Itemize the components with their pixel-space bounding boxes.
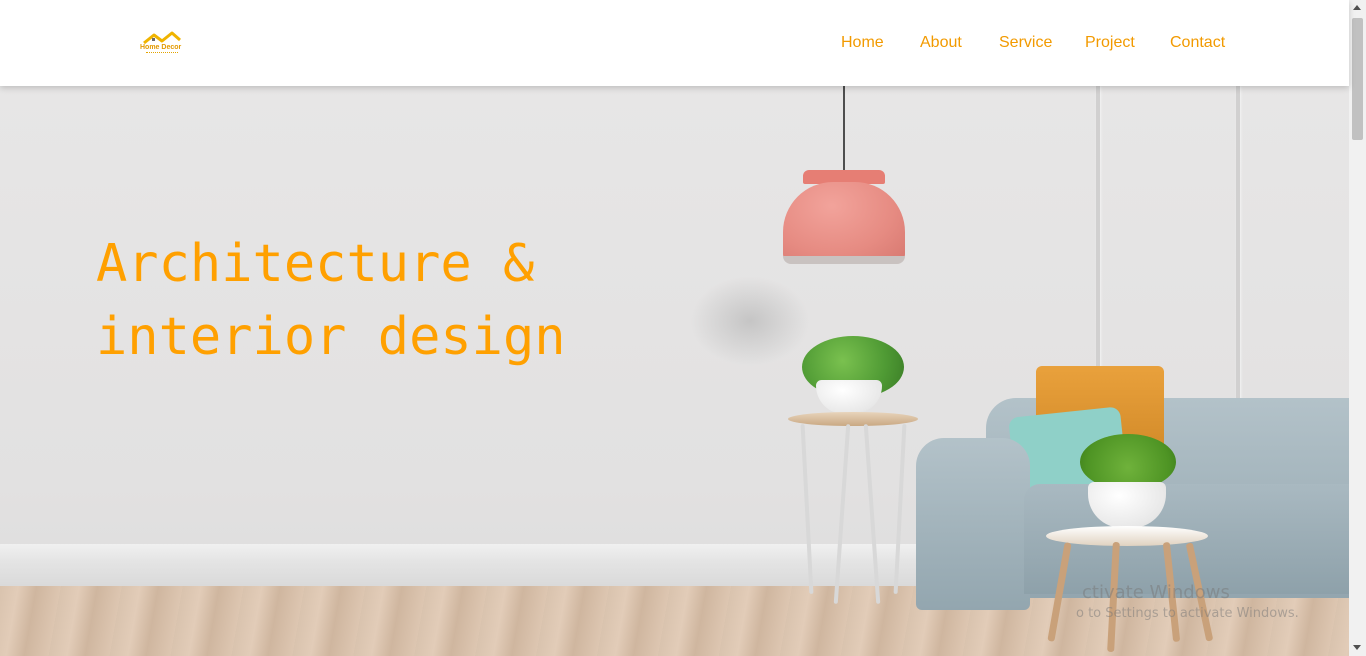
- hero-title-line-2: interior design: [96, 307, 566, 367]
- plant-pot-left: [816, 380, 882, 414]
- pendant-lamp: [783, 182, 905, 262]
- hero-title: Architecture & interior design: [96, 228, 566, 374]
- nav-home[interactable]: Home: [841, 34, 884, 52]
- hero-section: Architecture & interior design ctivate W…: [0, 86, 1349, 656]
- logo-text: Home Decor: [140, 44, 182, 51]
- nav-about[interactable]: About: [920, 34, 962, 52]
- vertical-scrollbar[interactable]: [1349, 0, 1366, 656]
- brand-logo[interactable]: Home Decor: [138, 30, 186, 56]
- nav-service[interactable]: Service: [999, 34, 1052, 52]
- scrollbar-thumb[interactable]: [1352, 18, 1363, 140]
- lamp-cord: [843, 86, 845, 172]
- activate-windows-subtitle: o to Settings to activate Windows.: [1076, 606, 1299, 621]
- lamp-rim: [783, 256, 905, 264]
- scroll-down-arrow-icon[interactable]: [1353, 645, 1361, 650]
- scroll-up-arrow-icon[interactable]: [1353, 5, 1361, 10]
- hero-title-line-1: Architecture &: [96, 234, 535, 294]
- side-table-top: [788, 412, 918, 426]
- lamp-shadow: [690, 276, 810, 366]
- sofa-arm: [916, 438, 1030, 610]
- activate-windows-title: ctivate Windows: [1082, 582, 1230, 603]
- site-header: Home Decor Home About Service Project Co…: [0, 0, 1349, 86]
- nav-project[interactable]: Project: [1085, 34, 1135, 52]
- logo-tagline-line: [146, 52, 178, 54]
- nav-contact[interactable]: Contact: [1170, 34, 1225, 52]
